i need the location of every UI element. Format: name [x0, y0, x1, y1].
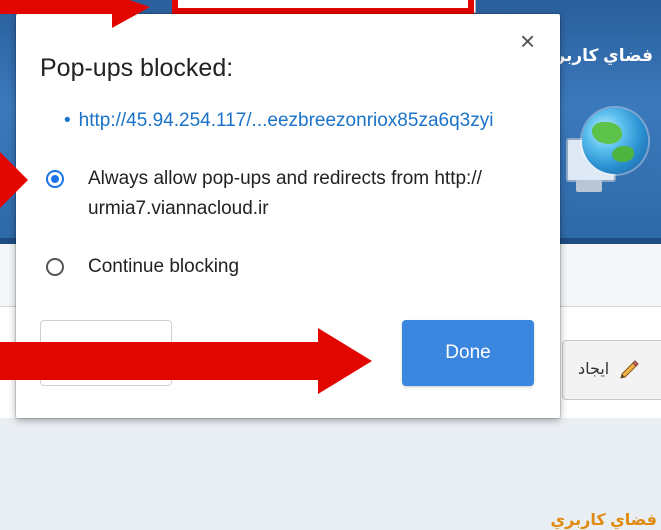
create-button[interactable] — [562, 340, 661, 400]
option-always-allow-line1: Always allow pop-ups and redirects from … — [88, 168, 482, 189]
option-always-allow-line2: urmia7.viannacloud.ir — [88, 198, 269, 219]
annotation-box — [172, 0, 474, 14]
done-button[interactable]: Done — [402, 320, 534, 386]
monitor-stand-icon — [576, 180, 602, 192]
blocked-popup-url: http://45.94.254.117/...eezbreezonriox85… — [78, 110, 494, 131]
option-always-allow-label[interactable]: Always allow pop-ups and redirects from … — [88, 164, 482, 224]
blocked-popup-link[interactable]: • http://45.94.254.117/...eezbreezonriox8… — [64, 110, 493, 132]
close-icon[interactable]: × — [520, 28, 535, 54]
option-continue-blocking-label[interactable]: Continue blocking — [88, 252, 239, 282]
create-button-label: ايجاد — [578, 361, 610, 378]
page-header-title: فضاي كاربر — [555, 46, 653, 65]
section-title: فضاي كاربري — [550, 512, 657, 529]
annotation-arrow-radio — [0, 152, 28, 208]
globe-icon — [582, 108, 648, 174]
dialog-title: Pop-ups blocked: — [40, 54, 234, 82]
annotation-arrow-top — [0, 0, 150, 28]
pencil-icon — [620, 360, 639, 379]
radio-continue-blocking[interactable] — [46, 258, 64, 276]
annotation-arrow-done — [0, 328, 372, 394]
bullet-icon: • — [64, 110, 71, 131]
radio-always-allow[interactable] — [46, 170, 64, 188]
